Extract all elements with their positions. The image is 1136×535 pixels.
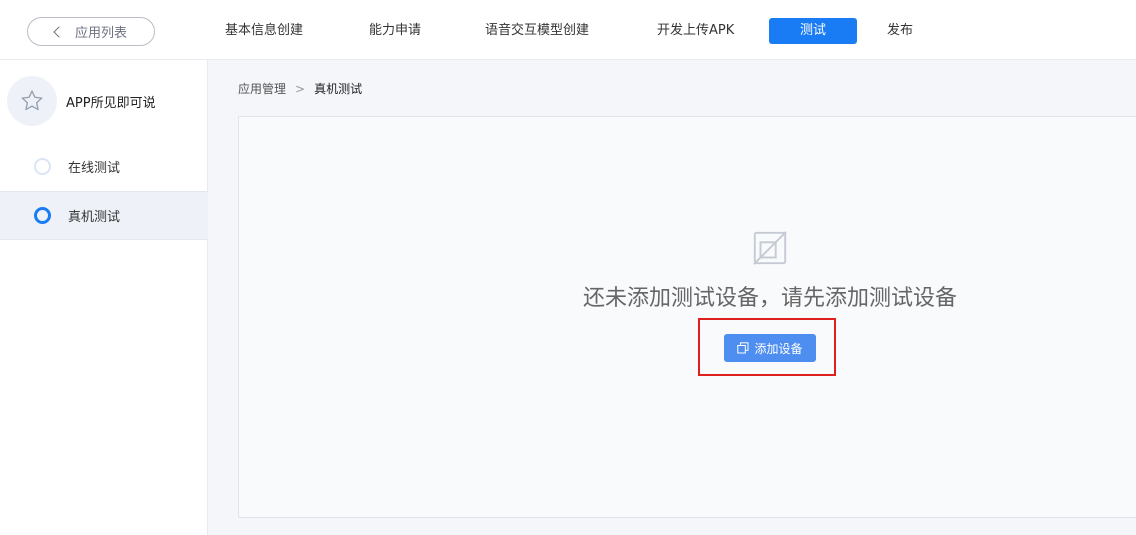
app-header: APP所见即可说: [0, 60, 208, 144]
sidebar-item-label: 在线测试: [68, 161, 121, 176]
sidebar-item-label: 真机测试: [68, 210, 121, 225]
tab-upload-apk[interactable]: 开发上传APK: [657, 18, 734, 44]
breadcrumb-parent[interactable]: 应用管理: [238, 80, 286, 97]
sidebar-item-online-test[interactable]: 在线测试: [0, 142, 208, 191]
empty-state-card: 还未添加测试设备，请先添加测试设备 添加设备: [238, 116, 1136, 518]
copy-icon: [737, 342, 749, 354]
sidebar: APP所见即可说 在线测试 真机测试: [0, 60, 208, 535]
tab-basic-info[interactable]: 基本信息创建: [225, 18, 303, 44]
tab-publish[interactable]: 发布: [887, 18, 913, 44]
radio-circle-icon: [34, 158, 51, 175]
add-device-button[interactable]: 添加设备: [724, 334, 816, 362]
chevron-left-icon: [53, 25, 65, 38]
no-device-icon: [753, 231, 787, 265]
back-to-app-list-button[interactable]: 应用列表: [27, 17, 155, 46]
tab-capability-apply[interactable]: 能力申请: [369, 18, 421, 44]
radio-circle-selected-icon: [34, 207, 51, 224]
sidebar-item-device-test[interactable]: 真机测试: [0, 191, 208, 240]
app-avatar: [7, 76, 57, 126]
star-icon: [21, 90, 43, 111]
breadcrumb-separator-icon: >: [295, 81, 306, 96]
main-content: 应用管理 > 真机测试 还未添加测试设备，请先添加测试设备 添加设备: [208, 60, 1136, 535]
tab-test[interactable]: 测试: [769, 18, 857, 44]
top-nav-bar: 应用列表 基本信息创建 能力申请 语音交互模型创建 开发上传APK 测试 发布: [0, 0, 1136, 60]
add-device-button-label: 添加设备: [754, 341, 803, 356]
back-button-label: 应用列表: [74, 26, 127, 41]
empty-state-message: 还未添加测试设备，请先添加测试设备: [582, 286, 957, 311]
app-name: APP所见即可说: [66, 96, 156, 111]
breadcrumb-current: 真机测试: [314, 82, 363, 96]
breadcrumb: 应用管理 > 真机测试: [238, 80, 362, 97]
tab-voice-model[interactable]: 语音交互模型创建: [485, 18, 589, 44]
